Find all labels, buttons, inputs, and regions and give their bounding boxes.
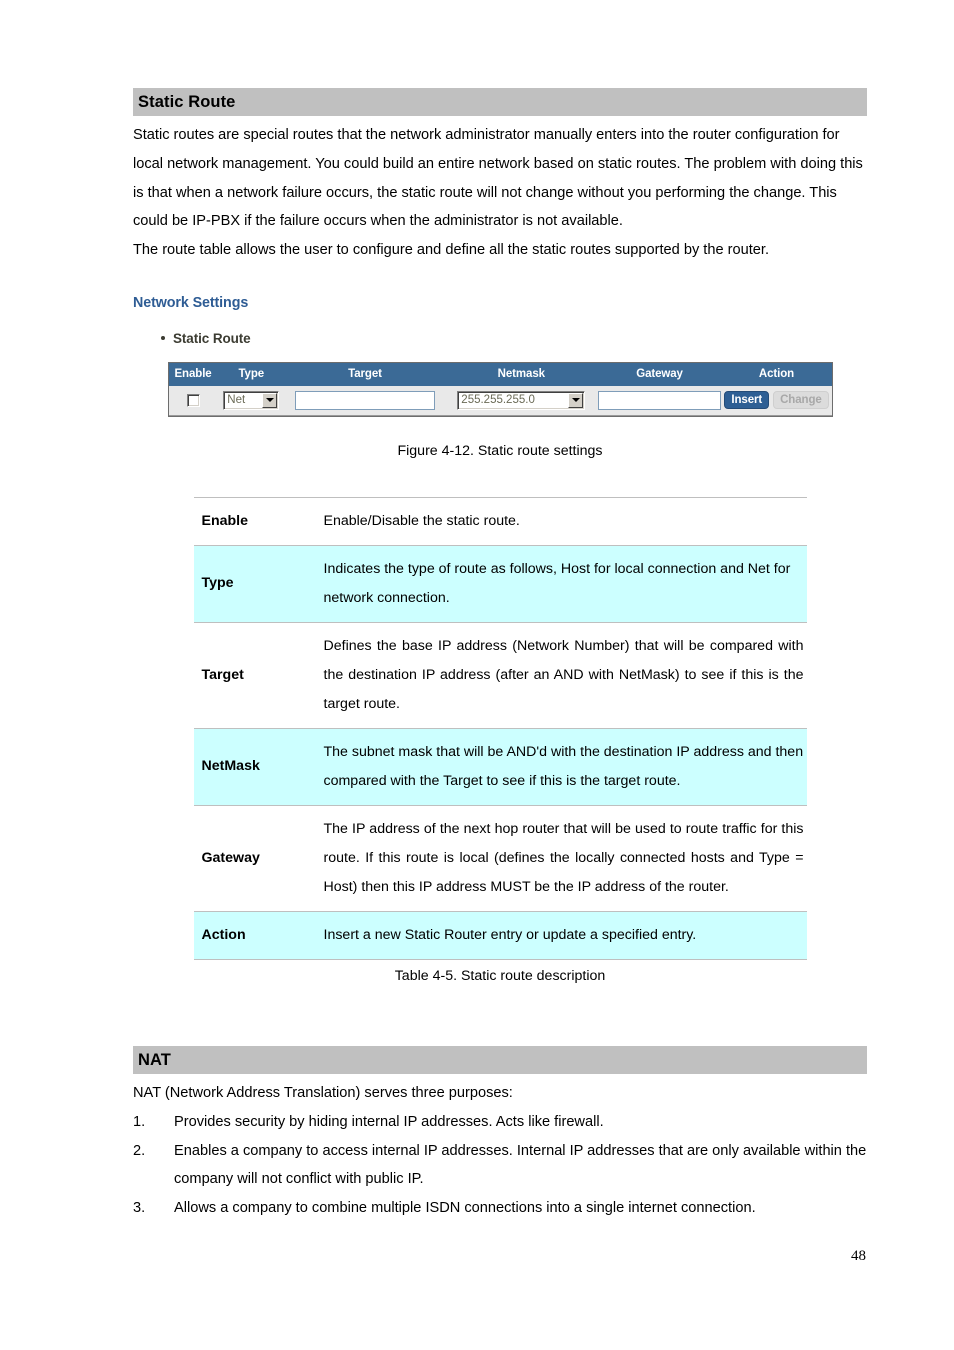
- table-row: Action Insert a new Static Router entry …: [193, 911, 807, 960]
- target-input[interactable]: [295, 390, 436, 410]
- enable-checkbox[interactable]: [186, 393, 200, 407]
- static-route-description-table: Enable Enable/Disable the static route. …: [193, 497, 807, 960]
- list-item-number: 3.: [133, 1200, 146, 1217]
- column-header-enable: Enable: [174, 368, 212, 381]
- list-item-text: Allows a company to combine multiple ISD…: [174, 1200, 756, 1217]
- static-route-config-widget: Enable Type Target Netmask Gateway Actio…: [168, 361, 833, 417]
- table-row: NetMask The subnet mask that will be AND…: [193, 728, 807, 806]
- page-number: 48: [851, 1248, 866, 1264]
- section-heading-static-route: Static Route: [133, 88, 867, 116]
- row-definition: Defines the base IP address (Network Num…: [323, 637, 804, 712]
- table-row: Gateway The IP address of the next hop r…: [193, 805, 807, 911]
- column-header-netmask: Netmask: [497, 368, 545, 381]
- column-header-action: Action: [758, 368, 795, 381]
- list-item: 2. Enables a company to access internal …: [133, 1137, 867, 1195]
- bullet-item-static-route: Static Route: [161, 331, 867, 346]
- table-caption: Table 4-5. Static route description: [394, 967, 606, 984]
- column-header-type: Type: [238, 368, 265, 381]
- list-item-text: Provides security by hiding internal IP …: [174, 1113, 604, 1130]
- bullet-item-label: Static Route: [173, 330, 251, 346]
- table-row: Type Indicates the type of route as foll…: [193, 545, 807, 623]
- list-item: 1. Provides security by hiding internal …: [133, 1108, 867, 1137]
- content-column: Static Route Static routes are special r…: [133, 88, 867, 1223]
- nat-intro-paragraph: NAT (Network Address Translation) serves…: [133, 1084, 513, 1101]
- target-cell: [286, 390, 445, 410]
- row-term: Action: [193, 911, 324, 960]
- subheading-network-settings: Network Settings: [133, 294, 249, 311]
- list-item: 3. Allows a company to combine multiple …: [133, 1194, 867, 1223]
- row-term: Gateway: [201, 849, 260, 866]
- chevron-down-icon[interactable]: [568, 392, 584, 408]
- gateway-cell: [598, 390, 722, 410]
- document-page: Static Route Static routes are special r…: [0, 0, 954, 1350]
- row-definition: The subnet mask that will be AND'd with …: [323, 728, 807, 806]
- list-item-number: 2.: [133, 1142, 146, 1159]
- static-route-paragraph-1: Static routes are special routes that th…: [133, 127, 863, 230]
- table-row: Enable Enable/Disable the static route.: [193, 497, 807, 545]
- static-route-paragraph-2: The route table allows the user to confi…: [133, 242, 770, 259]
- row-term: Target: [201, 666, 244, 683]
- row-definition: The IP address of the next hop router th…: [323, 820, 804, 895]
- figure-caption: Figure 4-12. Static route settings: [397, 442, 603, 459]
- enable-cell: [169, 393, 217, 407]
- list-item-number: 1.: [133, 1113, 146, 1130]
- table-row: Target Defines the base IP address (Netw…: [193, 622, 807, 728]
- insert-button[interactable]: Insert: [724, 391, 770, 410]
- netmask-cell: 255.255.255.0: [445, 390, 599, 410]
- column-header-target: Target: [348, 368, 382, 381]
- type-cell: Net: [217, 390, 285, 410]
- bullet-dot-icon: [161, 336, 165, 341]
- gateway-input[interactable]: [598, 390, 722, 410]
- row-term: Type: [193, 545, 324, 623]
- type-select[interactable]: Net: [223, 390, 280, 410]
- row-definition: Indicates the type of route as follows, …: [323, 545, 807, 623]
- nat-purposes-list: 1. Provides security by hiding internal …: [133, 1108, 867, 1223]
- chevron-down-icon[interactable]: [262, 392, 278, 408]
- netmask-select-value: 255.255.255.0: [461, 394, 535, 407]
- row-term: NetMask: [193, 728, 324, 806]
- row-term: Enable: [201, 512, 249, 529]
- column-header-gateway: Gateway: [636, 368, 683, 381]
- row-definition: Insert a new Static Router entry or upda…: [323, 911, 807, 960]
- netmask-select[interactable]: 255.255.255.0: [457, 390, 586, 410]
- type-select-value: Net: [227, 394, 246, 407]
- list-item-text: Enables a company to access internal IP …: [174, 1142, 867, 1188]
- section-heading-nat: NAT: [133, 1045, 867, 1074]
- row-definition: Enable/Disable the static route.: [323, 512, 520, 529]
- action-cell: Insert Change: [721, 391, 832, 410]
- widget-entry-row: Net 255.255.255.0 Insert Change: [169, 385, 832, 416]
- widget-header-row: Enable Type Target Netmask Gateway Actio…: [169, 362, 832, 386]
- change-button[interactable]: Change: [773, 391, 829, 410]
